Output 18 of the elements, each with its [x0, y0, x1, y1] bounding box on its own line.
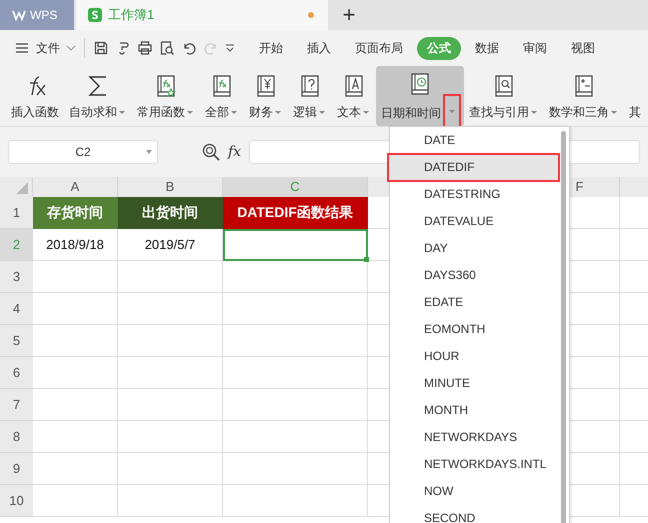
category-label: 自动求和 [69, 104, 117, 121]
category-label: 财务 [249, 104, 273, 121]
category-label: 日期和时间 [381, 104, 441, 122]
category-label: 逻辑 [293, 104, 317, 121]
table-cell: 2018/9/18 [33, 229, 118, 261]
category-label: 插入函数 [11, 104, 59, 121]
table-cell: DATEDIF函数结果 [223, 197, 368, 229]
category-label: 文本 [337, 104, 361, 121]
app-name: WPS [30, 8, 58, 22]
table-cell: 2019/5/7 [118, 229, 223, 261]
category-label: 其 [629, 104, 641, 121]
category-label: 常用函数 [137, 104, 185, 121]
table-cell: 存货时间 [33, 197, 118, 229]
category-label: 查找与引用 [469, 104, 529, 121]
table-cell: 出货时间 [118, 197, 223, 229]
category-label: 全部 [205, 104, 229, 121]
category-label: 数学和三角 [549, 104, 609, 121]
document-title: 工作簿1 [108, 6, 156, 24]
